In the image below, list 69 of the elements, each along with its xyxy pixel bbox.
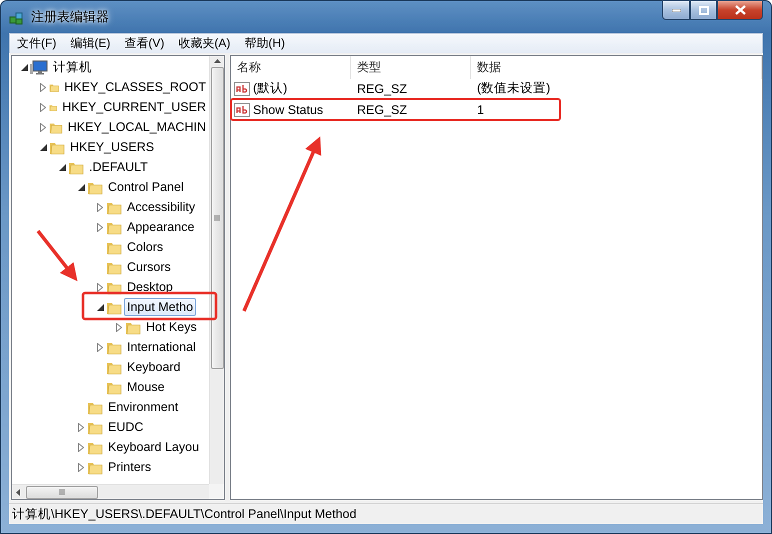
expanded-toggle-icon[interactable]: [78, 184, 84, 190]
status-bar-path: 计算机\HKEY_USERS\.DEFAULT\Control Panel\Input Method: [11, 506, 356, 522]
menu-item[interactable]: 收藏夹(A): [171, 34, 238, 53]
tree-item[interactable]: 计算机: [50, 56, 95, 78]
string-value-icon: [234, 102, 250, 116]
window-title: 注册表编辑器: [31, 8, 109, 26]
string-value-icon: [234, 82, 250, 96]
column-header[interactable]: 类型: [351, 56, 471, 79]
close-icon: [734, 5, 746, 15]
tree-item[interactable]: Colors: [124, 238, 166, 256]
horizontal-scrollbar[interactable]: [12, 484, 209, 499]
collapsed-toggle-icon[interactable]: [40, 102, 46, 112]
collapsed-toggle-icon[interactable]: [78, 462, 84, 472]
menu-item[interactable]: 帮助(H): [237, 34, 292, 53]
tree-item[interactable]: Mouse: [124, 378, 168, 396]
expanded-toggle-icon[interactable]: [40, 144, 46, 150]
collapsed-toggle-icon[interactable]: [97, 342, 103, 352]
maximize-button[interactable]: [690, 0, 717, 20]
table-cell: Show Status: [253, 102, 324, 116]
tree-item[interactable]: Environment: [105, 398, 182, 416]
column-header[interactable]: 名称: [231, 56, 351, 79]
tree-item[interactable]: Keyboard: [124, 358, 184, 376]
table-cell: (数值未设置): [477, 80, 550, 97]
computer-icon: [30, 60, 48, 74]
tree-item[interactable]: Cursors: [124, 258, 174, 276]
column-header[interactable]: 数据: [471, 56, 762, 79]
collapsed-toggle-icon[interactable]: [78, 442, 84, 452]
tree-item[interactable]: .DEFAULT: [86, 158, 151, 176]
table-cell: 1: [477, 102, 484, 116]
menu-item[interactable]: 查看(V): [117, 34, 172, 53]
tree-item[interactable]: HKEY_CLASSES_ROOT: [61, 78, 209, 96]
tree-item[interactable]: Accessibility: [124, 198, 198, 216]
scroll-left-icon[interactable]: [16, 488, 20, 496]
minimize-button[interactable]: [662, 0, 690, 20]
collapsed-toggle-icon[interactable]: [40, 82, 46, 92]
collapsed-toggle-icon[interactable]: [97, 282, 103, 292]
close-button[interactable]: [717, 0, 763, 20]
expanded-toggle-icon[interactable]: [96, 304, 104, 310]
table-cell: (默认): [253, 80, 288, 97]
tree-item[interactable]: Hot Keys: [143, 318, 200, 336]
menu-item[interactable]: 编辑(E): [63, 34, 118, 53]
tree-item[interactable]: Keyboard Layou: [105, 438, 202, 456]
expanded-toggle-icon[interactable]: [20, 64, 28, 70]
menu-item[interactable]: 文件(F): [10, 34, 64, 53]
maximize-icon: [698, 6, 708, 14]
vertical-scrollbar[interactable]: [209, 56, 224, 484]
collapsed-toggle-icon[interactable]: [116, 322, 122, 332]
scroll-up-icon[interactable]: [214, 59, 220, 63]
tree-item[interactable]: HKEY_LOCAL_MACHIN: [64, 118, 209, 136]
expanded-toggle-icon[interactable]: [58, 164, 66, 170]
tree-item[interactable]: International: [124, 338, 199, 356]
grip-icon: [214, 215, 220, 221]
tree-item[interactable]: Printers: [105, 458, 154, 476]
tree-item[interactable]: Appearance: [124, 218, 198, 236]
collapsed-toggle-icon[interactable]: [78, 422, 84, 432]
tree-item[interactable]: Desktop: [124, 278, 176, 296]
tree-item[interactable]: HKEY_USERS: [67, 138, 158, 156]
collapsed-toggle-icon[interactable]: [40, 122, 46, 132]
tree-item[interactable]: EUDC: [105, 418, 146, 436]
table-cell: REG_SZ: [357, 82, 408, 96]
tree-item[interactable]: Input Metho: [124, 298, 196, 316]
tree-item[interactable]: HKEY_CURRENT_USER: [59, 98, 209, 116]
minimize-icon: [672, 8, 680, 12]
arrow-drawing: [36, 230, 78, 282]
collapsed-toggle-icon[interactable]: [97, 202, 103, 212]
grip-icon: [59, 489, 65, 495]
collapsed-toggle-icon[interactable]: [97, 222, 103, 232]
tree-item[interactable]: Control Panel: [105, 178, 187, 196]
table-cell: REG_SZ: [357, 102, 408, 116]
